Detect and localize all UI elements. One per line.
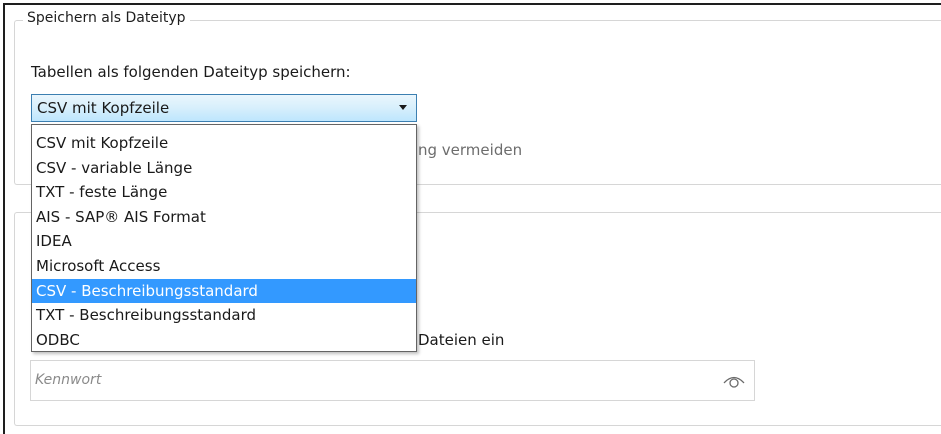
combobox-value: CSV mit Kopfzeile [37,99,170,117]
dropdown-option[interactable]: TXT - Beschreibungsstandard [32,303,416,328]
password-placeholder: Kennwort [35,372,102,388]
dropdown-option[interactable]: IDEA [32,229,416,254]
password-input[interactable]: Kennwort [30,360,755,401]
filetype-dropdown-list[interactable]: CSV mit Kopfzeile CSV - variable Länge T… [31,124,417,352]
dropdown-option[interactable]: CSV mit Kopfzeile [32,131,416,156]
dropdown-option[interactable]: AIS - SAP® AIS Format [32,205,416,230]
filetype-combobox[interactable]: CSV mit Kopfzeile [31,94,417,122]
filetype-label: Tabellen als folgenden Dateityp speicher… [31,63,351,81]
eye-icon[interactable] [722,371,746,389]
dropdown-option[interactable]: ODBC [32,328,416,353]
chevron-down-icon[interactable] [399,105,407,110]
checkbox-label-partial[interactable]: ng vermeiden [418,141,522,159]
filetype-group-title: Speichern als Dateityp [23,10,190,26]
dropdown-option-highlighted[interactable]: CSV - Beschreibungsstandard [32,278,416,304]
dropdown-option[interactable]: CSV - variable Länge [32,156,416,181]
dropdown-option[interactable]: TXT - feste Länge [32,180,416,205]
dropdown-option[interactable]: Microsoft Access [32,254,416,279]
password-label-partial: Dateien ein [418,331,505,349]
